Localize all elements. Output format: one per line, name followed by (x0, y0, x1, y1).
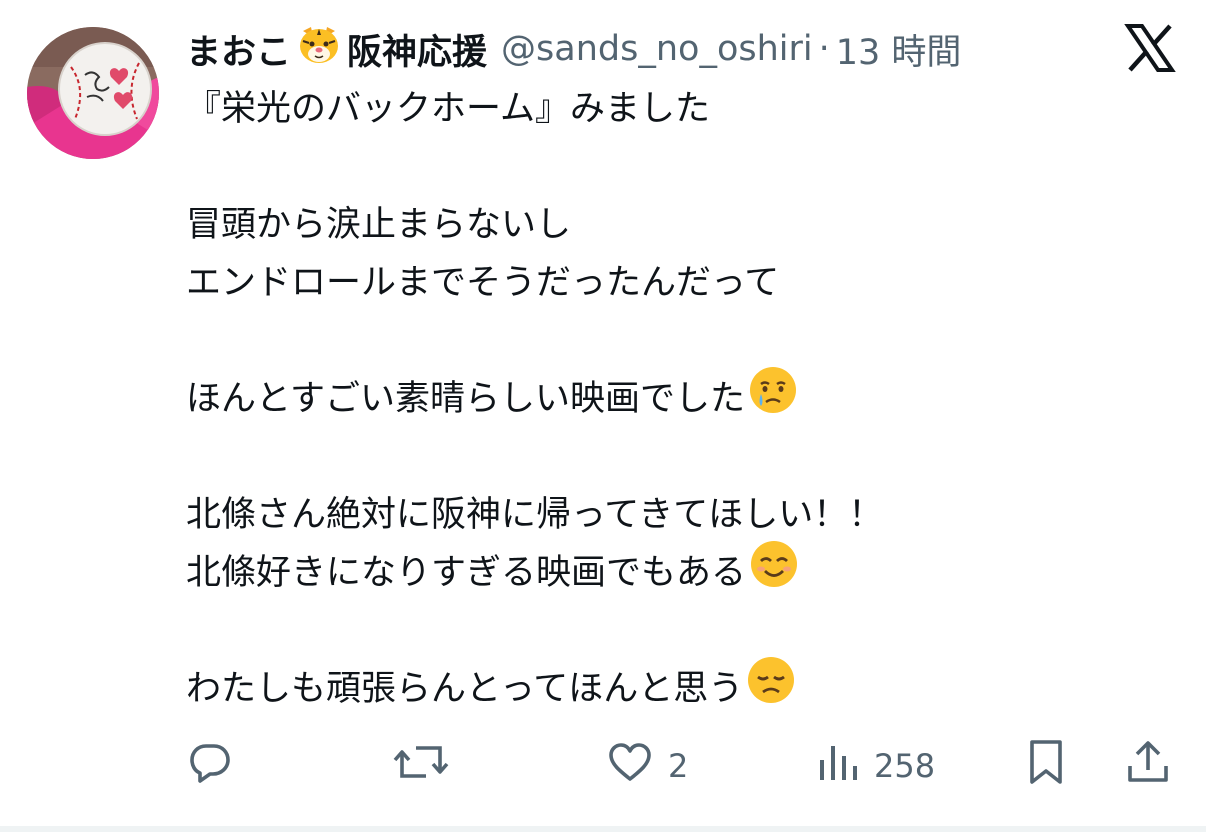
text-line-content: ほんとすごい素晴らしい映画でした (186, 379, 745, 419)
reply-button[interactable] (186, 730, 234, 802)
display-name-text[interactable]: まおこ (186, 24, 291, 75)
separator-dot: · (818, 29, 830, 69)
display-name[interactable]: まおこ 阪神応援 (186, 24, 487, 75)
repost-button[interactable] (392, 730, 450, 802)
view-count: 258 (874, 747, 936, 785)
reply-icon[interactable] (186, 738, 234, 794)
heart-icon[interactable] (606, 738, 654, 794)
text-line-content: 『栄光のバックホーム』みました (186, 89, 710, 129)
bookmark-icon[interactable] (1024, 738, 1068, 794)
tweet-text: 『栄光のバックホーム』みました 冒頭から涙止まらないし エンドロールまでそうだっ… (186, 80, 1176, 718)
x-logo-icon[interactable] (1124, 22, 1176, 74)
views-button[interactable]: 258 (816, 730, 935, 802)
bookmark-button[interactable] (1024, 730, 1068, 802)
tweet-header: まおこ 阪神応援 @sands_no_oshiri · 13 時間 (186, 20, 961, 78)
display-name-suffix[interactable]: 阪神応援 (347, 24, 487, 75)
text-line: ほんとすごい素晴らしい映画でした (186, 367, 1176, 428)
crying-face-icon (747, 364, 799, 434)
timestamp[interactable]: 13 時間 (836, 24, 962, 75)
text-line: わたしも頑張らんとってほんと思う (186, 657, 1176, 718)
text-line-content: 北條好きになりすぎる映画でもある (186, 553, 747, 593)
views-icon[interactable] (816, 738, 860, 794)
share-button[interactable] (1124, 730, 1172, 802)
text-line: エンドロールまでそうだったんだって (186, 254, 1176, 312)
share-icon[interactable] (1124, 738, 1172, 794)
like-button[interactable]: 2 (606, 730, 688, 802)
text-line-content: エンドロールまでそうだったんだって (186, 263, 780, 303)
text-line: 北條好きになりすぎる映画でもある (186, 541, 1176, 602)
user-handle[interactable]: @sands_no_oshiri (501, 29, 813, 69)
text-line-content: わたしも頑張らんとってほんと思う (186, 669, 744, 709)
repost-icon[interactable] (392, 738, 450, 794)
disappointed-face-icon (745, 654, 797, 724)
tweet: まおこ 阪神応援 @sands_no_oshiri · 13 時間 『栄光のバッ… (0, 0, 1206, 832)
text-line-content: 冒頭から涙止まらないし (186, 205, 572, 245)
divider (0, 826, 1206, 832)
smiling-face-icon (748, 538, 800, 608)
text-line-content: 北條さん絶対に阪神に帰ってきてほしい！！ (186, 495, 884, 535)
text-line: 冒頭から涙止まらないし (186, 196, 1176, 254)
like-count: 2 (668, 747, 689, 785)
action-bar: 2 258 (0, 730, 1206, 802)
avatar[interactable] (27, 27, 159, 159)
text-line: 『栄光のバックホーム』みました (186, 80, 1176, 138)
tiger-face-icon (297, 25, 341, 74)
text-line: 北條さん絶対に阪神に帰ってきてほしい！！ (186, 486, 1176, 544)
